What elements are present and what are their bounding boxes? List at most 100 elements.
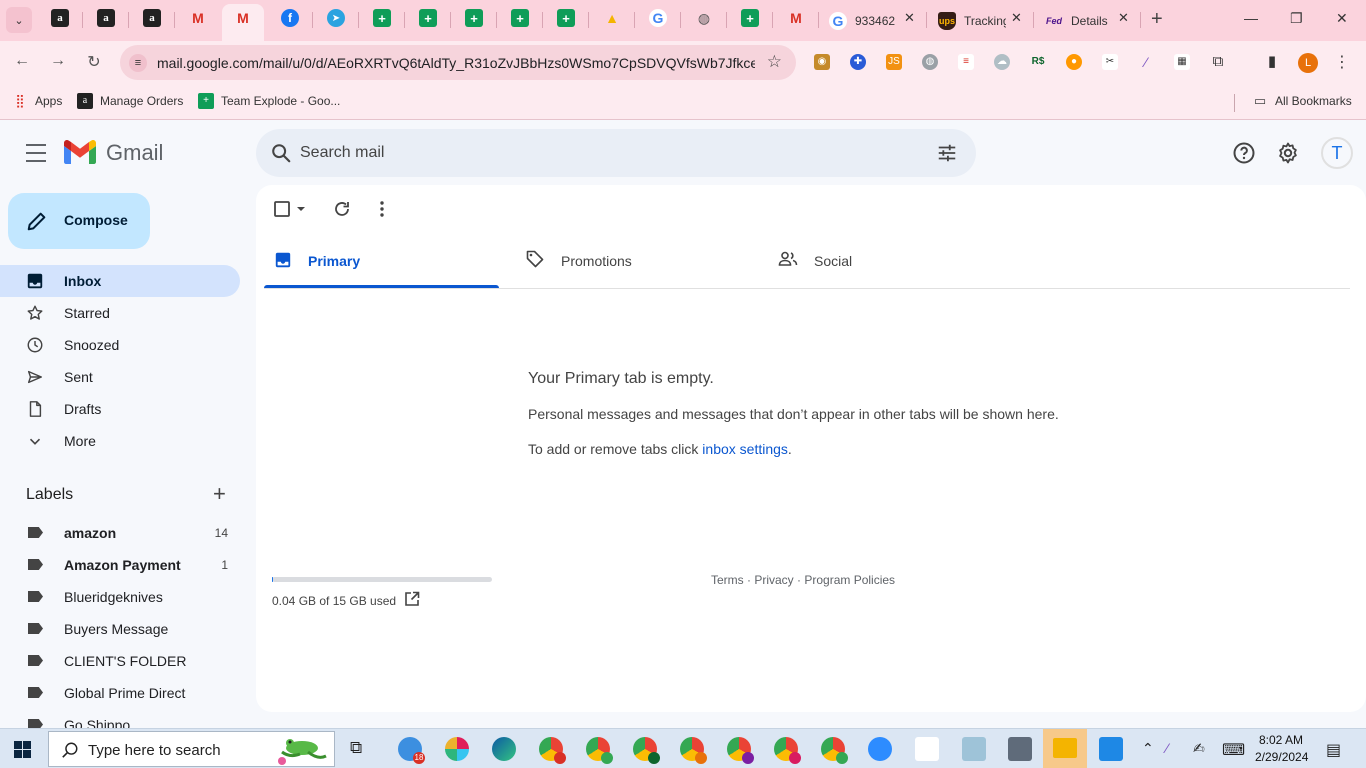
search-options-icon[interactable]	[936, 142, 958, 164]
monitor-app-icon[interactable]	[915, 737, 939, 761]
sidebar-item-starred[interactable]: Starred	[0, 297, 240, 329]
inbox-settings-link[interactable]: inbox settings	[702, 441, 788, 457]
refresh-icon[interactable]	[332, 199, 352, 219]
browser-tab[interactable]: Fed Details	[1045, 4, 1113, 37]
close-tab-icon[interactable]: ✕	[1118, 10, 1129, 26]
open-in-new-icon[interactable]	[404, 591, 420, 607]
profile-avatar[interactable]: L	[1298, 53, 1318, 73]
restore-icon[interactable]: ❐	[1290, 10, 1303, 27]
search-input[interactable]	[300, 141, 900, 165]
sidebar-item-sent[interactable]: Sent	[0, 361, 240, 393]
clock-time[interactable]: 8:02 AM	[1259, 733, 1303, 747]
edge-icon[interactable]	[492, 737, 516, 761]
amazon-tab-icon[interactable]: a	[143, 9, 161, 27]
notepad-icon[interactable]	[962, 737, 986, 761]
tab-social[interactable]: Social	[770, 243, 1005, 289]
sheets-tab-icon[interactable]: +	[373, 9, 391, 27]
main-menu-icon[interactable]	[26, 144, 46, 162]
globe-tab-icon[interactable]: ◍	[695, 9, 713, 27]
privacy-link[interactable]: Privacy	[754, 573, 793, 587]
search-icon[interactable]	[270, 142, 292, 164]
label-item-buyers-message[interactable]: Buyers Message	[0, 613, 240, 645]
extension-icon[interactable]: ◉	[814, 54, 830, 70]
help-icon[interactable]	[1232, 141, 1256, 165]
sheets-tab-icon[interactable]: +	[419, 9, 437, 27]
browser-menu-icon[interactable]: ⋮	[1334, 52, 1350, 72]
select-checkbox-icon[interactable]	[274, 199, 308, 219]
account-avatar[interactable]: T	[1321, 137, 1353, 169]
gmail-tab-icon[interactable]: M	[189, 9, 207, 27]
more-options-icon[interactable]	[372, 199, 392, 219]
file-explorer-button[interactable]	[1043, 729, 1087, 768]
chrome-icon[interactable]	[586, 737, 613, 764]
facebook-tab-icon[interactable]: f	[281, 9, 299, 27]
tab-search-button[interactable]: ⌄	[6, 7, 32, 33]
qr-code-icon[interactable]: ▦	[1174, 54, 1190, 70]
bookmark-team-explode[interactable]: + Team Explode - Goo...	[198, 93, 340, 109]
new-tab-button[interactable]: +	[1151, 9, 1163, 29]
keyboard-icon[interactable]: ⌨	[1222, 740, 1245, 760]
sheets-tab-icon[interactable]: +	[511, 9, 529, 27]
chrome-icon[interactable]	[774, 737, 801, 764]
label-item-amazon[interactable]: amazon 14	[0, 517, 240, 549]
mail-app-icon[interactable]: 18	[398, 737, 425, 764]
chrome-icon[interactable]	[727, 737, 754, 764]
task-view-icon[interactable]: ⧉	[350, 738, 362, 758]
chrome-icon[interactable]	[539, 737, 566, 764]
chrome-icon[interactable]	[633, 737, 660, 764]
taskbar-search-box[interactable]: Type here to search	[48, 731, 335, 767]
clock-date[interactable]: 2/29/2024	[1255, 750, 1308, 764]
sheets-tab-icon[interactable]: +	[465, 9, 483, 27]
amazon-tab-icon[interactable]: a	[51, 9, 69, 27]
label-item-amazon-payment[interactable]: Amazon Payment 1	[0, 549, 240, 581]
apps-bookmark[interactable]: ⣿ Apps	[12, 93, 62, 109]
browser-tab[interactable]: G 933462	[829, 4, 897, 37]
windows-start-icon[interactable]	[14, 741, 31, 758]
handwriting-icon[interactable]: ✍	[1193, 740, 1205, 757]
all-bookmarks[interactable]: ▭ All Bookmarks	[1252, 93, 1352, 109]
minimize-icon[interactable]: —	[1244, 10, 1258, 26]
sheets-tab-icon[interactable]: +	[557, 9, 575, 27]
sheets-tab-icon[interactable]: +	[741, 9, 759, 27]
program-policies-link[interactable]: Program Policies	[804, 573, 895, 587]
show-hidden-icons-chevron-icon[interactable]: ⌃	[1142, 740, 1154, 757]
extension-icon[interactable]: ●	[1066, 54, 1082, 70]
sidebar-item-inbox[interactable]: Inbox	[0, 265, 240, 297]
side-panel-icon[interactable]: ▮	[1264, 54, 1280, 70]
extension-icon[interactable]: ✚	[850, 54, 866, 70]
extension-icon[interactable]: ≡	[958, 54, 974, 70]
gmail-tab-icon[interactable]: M	[787, 9, 805, 27]
terms-link[interactable]: Terms	[711, 573, 744, 587]
chrome-icon[interactable]	[680, 737, 707, 764]
telegram-tab-icon[interactable]: ➤	[327, 9, 345, 27]
close-window-icon[interactable]: ✕	[1336, 10, 1348, 27]
browser-tab[interactable]: ups Tracking	[938, 4, 1006, 37]
address-bar[interactable]: ≡ mail.google.com/mail/u/0/d/AEoRXRTvQ6t…	[120, 45, 796, 80]
site-info-icon[interactable]: ≡	[129, 54, 147, 72]
extension-icon[interactable]: ◍	[922, 54, 938, 70]
url-text[interactable]: mail.google.com/mail/u/0/d/AEoRXRTvQ6tAl…	[157, 55, 755, 71]
label-item-blueridgeknives[interactable]: Blueridgeknives	[0, 581, 240, 613]
label-item-global-prime-direct[interactable]: Global Prime Direct	[0, 677, 240, 709]
photos-icon[interactable]	[1099, 737, 1123, 761]
tab-primary[interactable]: Primary	[264, 243, 499, 289]
close-tab-icon[interactable]: ✕	[1011, 10, 1022, 26]
gmail-logo-icon[interactable]	[64, 140, 96, 164]
label-item-go-shippo[interactable]: Go Shippo	[0, 709, 240, 728]
label-item-clients-folder[interactable]: CLIENT'S FOLDER	[0, 645, 240, 677]
compose-button[interactable]: Compose	[8, 193, 150, 249]
drive-tab-icon[interactable]: ▲	[603, 9, 621, 27]
chrome-icon[interactable]	[821, 737, 848, 764]
sidebar-item-more[interactable]: More	[0, 425, 240, 457]
forward-icon[interactable]: →	[48, 52, 68, 70]
google-tab-icon[interactable]: G	[649, 9, 667, 27]
gmail-tab-icon[interactable]: M	[234, 9, 252, 27]
notifications-icon[interactable]: ▤	[1326, 740, 1341, 760]
close-tab-icon[interactable]: ✕	[904, 10, 915, 26]
slack-icon[interactable]	[445, 737, 469, 761]
bookmark-star-icon[interactable]: ☆	[767, 52, 782, 72]
sidebar-item-drafts[interactable]: Drafts	[0, 393, 240, 425]
settings-gear-icon[interactable]	[1276, 141, 1300, 165]
reload-icon[interactable]: ↻	[84, 52, 104, 72]
extension-icon[interactable]: JS	[886, 54, 902, 70]
